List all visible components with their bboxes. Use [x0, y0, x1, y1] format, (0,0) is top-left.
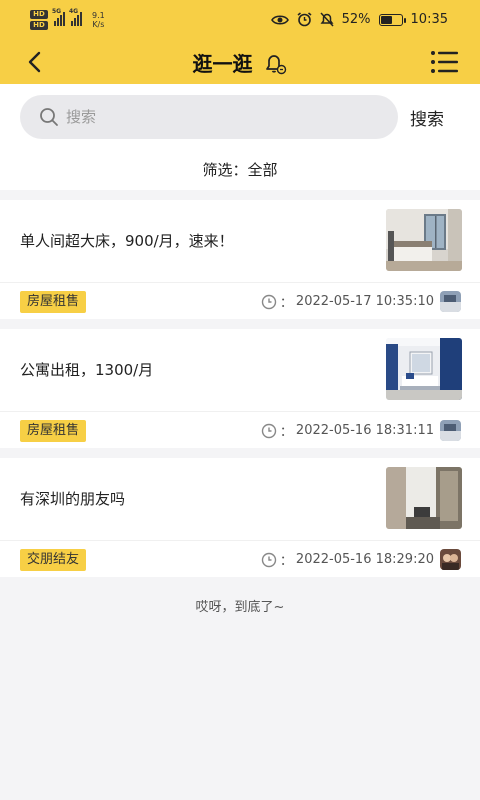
post-thumbnail[interactable] — [386, 467, 462, 529]
post-content[interactable]: 有深圳的朋友吗 — [0, 458, 480, 540]
timestamp: 2022-05-16 18:29:20 — [295, 552, 434, 567]
search-box[interactable] — [20, 95, 398, 139]
user-avatar[interactable] — [440, 291, 461, 312]
signal-label: 5G — [52, 8, 62, 15]
nav-bar: 逛一逛 — [0, 40, 480, 84]
clock: 10:35 — [410, 12, 448, 27]
title-wrap: 逛一逛 — [0, 48, 480, 77]
timestamp: 2022-05-16 18:31:11 — [295, 423, 434, 438]
signal-5g-icon: 5G — [52, 8, 65, 26]
alarm-icon — [297, 12, 312, 27]
battery-percent: 52% — [341, 12, 371, 27]
colon: ： — [279, 554, 293, 569]
post-time: ： 2022-05-17 10:35:10 — [261, 292, 434, 311]
user-avatar[interactable] — [440, 420, 461, 441]
eye-icon — [270, 14, 289, 25]
signal-label: 4G — [69, 8, 79, 15]
post-time: ： 2022-05-16 18:31:11 — [261, 421, 434, 440]
hd-badges: HD HD — [30, 10, 48, 30]
page-title: 逛一逛 — [192, 52, 253, 76]
status-bar: HD HD 5G 4G 9.1 K/s 52% 10:35 — [0, 0, 480, 40]
category-tag[interactable]: 房屋租售 — [20, 420, 87, 442]
post-meta: 交朋结友 ： 2022-05-16 18:29:20 — [0, 541, 480, 577]
list-menu-icon[interactable] — [430, 49, 460, 75]
post-thumbnail[interactable] — [386, 338, 462, 400]
post-card[interactable]: 公寓出租，1300/月 房屋租售 ： 2022-05-16 18:31:11 — [0, 329, 480, 448]
colon: ： — [279, 425, 293, 440]
search-bar: 搜索 — [0, 84, 480, 150]
colon: ： — [279, 296, 293, 311]
post-meta: 房屋租售 ： 2022-05-16 18:31:11 — [0, 412, 480, 448]
network-speed: 9.1 K/s — [92, 11, 105, 29]
top-bar: HD HD 5G 4G 9.1 K/s 52% 10:35 逛一逛 — [0, 0, 480, 84]
post-text: 有深圳的朋友吗 — [20, 490, 126, 508]
post-text: 公寓出租，1300/月 — [20, 361, 154, 379]
category-tag[interactable]: 房屋租售 — [20, 291, 87, 313]
post-meta: 房屋租售 ： 2022-05-17 10:35:10 — [0, 283, 480, 319]
search-icon — [40, 108, 58, 126]
filter-selector[interactable]: 筛选：全部 — [0, 150, 480, 190]
hd-badge: HD — [30, 10, 48, 19]
post-card[interactable]: 单人间超大床，900/月，速来！ 房屋租售 ： 2022-05-17 10:35… — [0, 200, 480, 319]
clock-icon — [261, 423, 277, 438]
post-text: 单人间超大床，900/月，速来！ — [20, 232, 234, 250]
post-content[interactable]: 公寓出租，1300/月 — [0, 329, 480, 411]
battery-icon — [378, 13, 406, 26]
clock-icon — [261, 552, 277, 567]
end-of-list-text: 哎呀，到底了~ — [195, 600, 285, 615]
clock-icon — [261, 294, 277, 309]
search-button[interactable]: 搜索 — [410, 105, 444, 130]
user-avatar[interactable] — [440, 549, 461, 570]
bell-notification-icon[interactable] — [262, 50, 288, 76]
speed-unit: K/s — [92, 20, 105, 29]
post-card[interactable]: 有深圳的朋友吗 交朋结友 ： 2022-05-16 18:29:20 — [0, 458, 480, 577]
status-left: HD HD 5G 4G 9.1 K/s — [30, 8, 105, 30]
search-input[interactable] — [66, 108, 366, 126]
hd-badge: HD — [30, 21, 48, 30]
post-time: ： 2022-05-16 18:29:20 — [261, 550, 434, 569]
speed-value: 9.1 — [92, 11, 105, 20]
timestamp: 2022-05-17 10:35:10 — [295, 294, 434, 309]
post-thumbnail[interactable] — [386, 209, 462, 271]
signal-4g-icon: 4G — [69, 8, 82, 26]
status-right: 52% 10:35 — [270, 12, 448, 27]
category-tag[interactable]: 交朋结友 — [20, 549, 87, 571]
post-content[interactable]: 单人间超大床，900/月，速来！ — [0, 200, 480, 282]
mute-bell-icon — [320, 12, 334, 27]
